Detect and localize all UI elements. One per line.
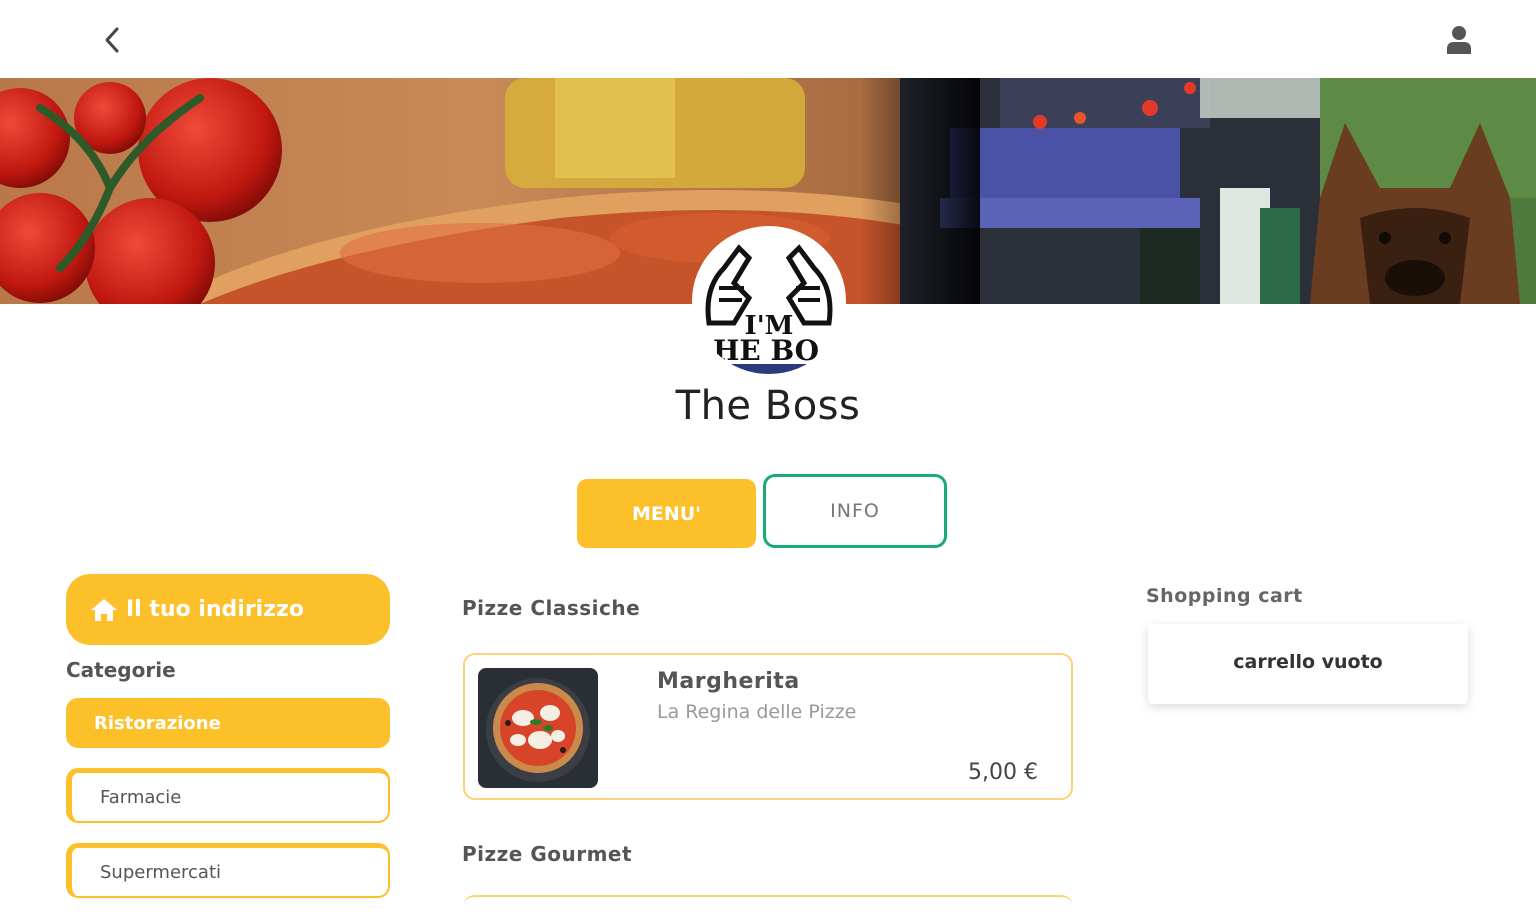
store-name: The Boss — [675, 383, 861, 429]
back-button[interactable] — [92, 20, 132, 60]
product-image — [478, 668, 598, 788]
chevron-left-icon — [105, 27, 119, 53]
address-label: Il tuo indirizzo — [126, 597, 304, 622]
tab-info[interactable]: INFO — [763, 474, 947, 548]
address-button[interactable]: Il tuo indirizzo — [66, 574, 390, 645]
logo-text-line2: HE BO — [713, 334, 819, 367]
top-bar — [0, 0, 1536, 78]
cart-empty-text: carrello vuoto — [1233, 651, 1383, 673]
category-label: Ristorazione — [94, 712, 221, 734]
home-icon — [91, 598, 117, 621]
product-description: La Regina delle Pizze — [657, 701, 857, 723]
section-title-pizze-gourmet: Pizze Gourmet — [462, 842, 633, 866]
cart-title: Shopping cart — [1146, 585, 1303, 607]
category-item-farmacie[interactable]: Farmacie — [66, 768, 390, 823]
tab-menu[interactable]: MENU' — [577, 479, 756, 548]
product-card-margherita[interactable]: Margherita La Regina delle Pizze 5,00 € — [463, 653, 1073, 800]
user-account-button[interactable] — [1438, 18, 1480, 60]
category-label: Farmacie — [100, 786, 182, 808]
category-item-ristorazione[interactable]: Ristorazione — [66, 698, 390, 748]
categories-title: Categorie — [66, 658, 176, 682]
product-price: 5,00 € — [968, 760, 1038, 785]
product-card-partial[interactable] — [463, 895, 1073, 915]
store-logo: I'M HE BO — [694, 228, 844, 374]
cart-box: carrello vuoto — [1148, 624, 1468, 704]
category-label: Supermercati — [100, 861, 222, 883]
section-title-pizze-classiche: Pizze Classiche — [462, 596, 641, 620]
category-item-supermercati[interactable]: Supermercati — [66, 843, 390, 898]
user-icon — [1447, 26, 1471, 54]
product-name: Margherita — [657, 669, 800, 694]
